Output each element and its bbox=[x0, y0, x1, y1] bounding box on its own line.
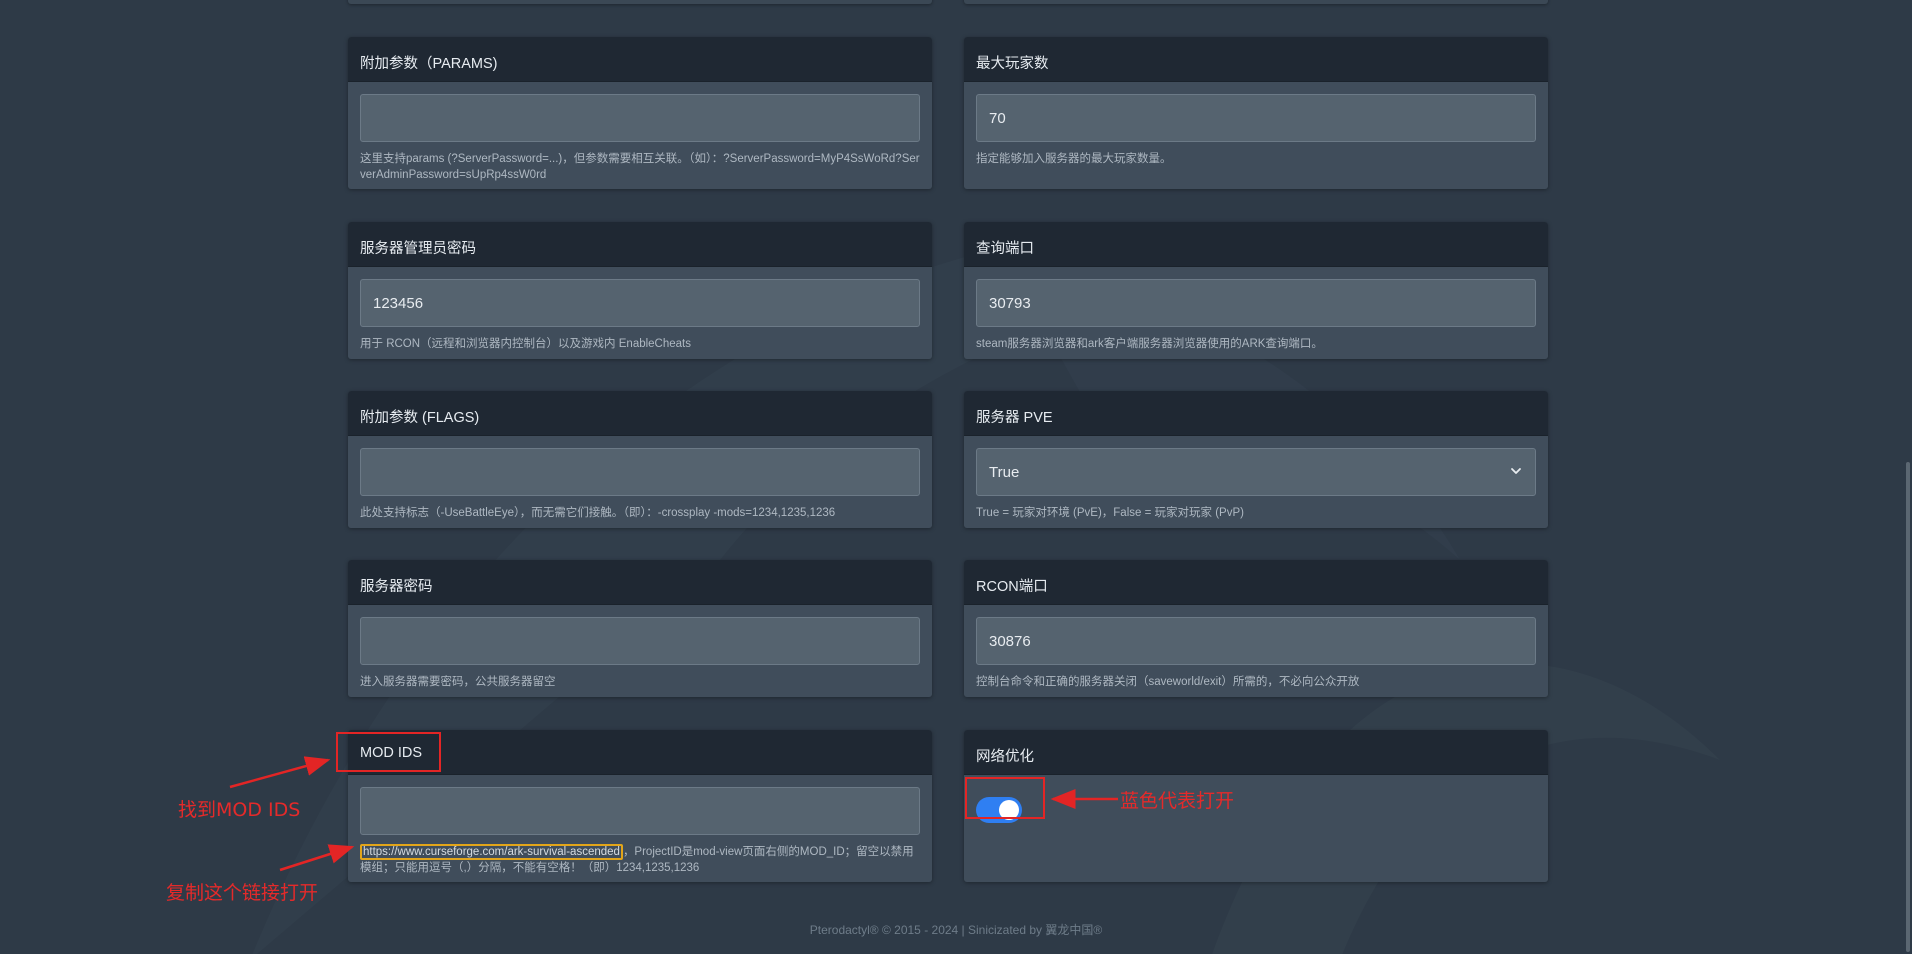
footer-copyright: Pterodactyl® © 2015 - 2024 | Sinicizated… bbox=[809, 923, 1103, 937]
annotation-find-mod-ids: 找到MOD IDS bbox=[178, 799, 301, 821]
annotation-blue-means-on: 蓝色代表打开 bbox=[1120, 790, 1235, 812]
scrollbar-thumb[interactable] bbox=[1906, 462, 1910, 952]
annotation-copy-link: 复制这个链接打开 bbox=[166, 882, 319, 904]
